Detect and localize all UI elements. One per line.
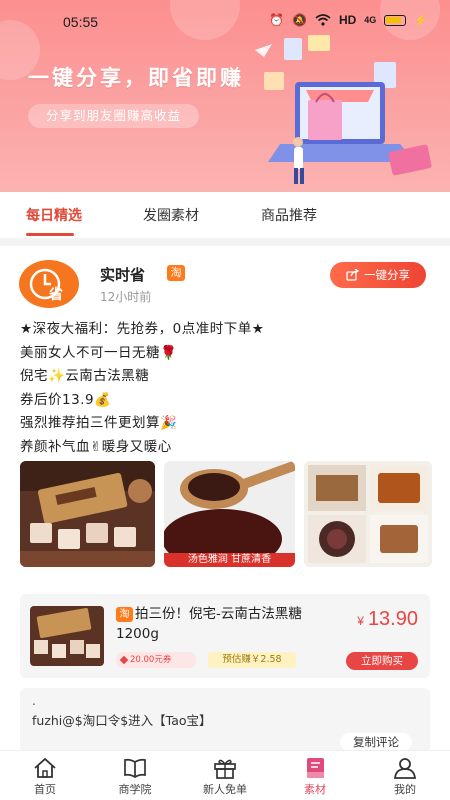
content-tabs: 每日精选 发圈素材 商品推荐 (0, 192, 450, 238)
post-image-2[interactable]: 汤色雅润 甘蔗清香 (164, 461, 295, 567)
alarm-icon: ⏰ (269, 13, 284, 27)
bottom-navigation: 首页 商学院 新人免单 素材 我的 (0, 750, 450, 800)
nav-item-new-user-free[interactable]: 新人免单 (190, 757, 260, 797)
nav-label: 素材 (304, 783, 326, 796)
network-label: HD (338, 13, 357, 27)
nav-label: 新人免单 (203, 783, 247, 796)
post-text: ★深夜大福利：先抢券，0点准时下单★ 美丽女人不可一日无糖🌹 倪宅✨云南古法黑糖… (20, 318, 440, 460)
comment-text: fuzhi@$淘口令$进入【Tao宝】 (32, 713, 212, 728)
share-icon (346, 269, 359, 281)
tab-share-material[interactable]: 发圈素材 (143, 205, 199, 225)
material-icon (307, 758, 324, 778)
signal-label: 4G (364, 15, 377, 25)
charging-icon: ⚡ (414, 14, 428, 27)
product-title[interactable]: 淘拍三份！倪宅-云南古法黑糖1200g (116, 604, 326, 644)
post-card: 省 实时省 淘 12小时前 一键分享 ★深夜大福利：先抢券，0点准时下单★ 美丽… (0, 246, 450, 752)
nav-label: 商学院 (118, 783, 152, 796)
buy-now-button[interactable]: 立即购买 (346, 652, 418, 670)
post-images: 汤色雅润 甘蔗清香 (20, 461, 432, 567)
product-card[interactable]: 淘拍三份！倪宅-云南古法黑糖1200g 20.00元券 预估赚￥2.58 ¥13… (20, 594, 430, 678)
mute-icon: 🔕 (291, 13, 307, 27)
post-line: 强烈推荐拍三件更划算🎉 (20, 415, 178, 432)
nav-item-academy[interactable]: 商学院 (100, 757, 170, 797)
book-icon (124, 758, 146, 778)
comment-box: . fuzhi@$淘口令$进入【Tao宝】 复制评论 (20, 688, 430, 752)
tab-product-recommend[interactable]: 商品推荐 (261, 205, 317, 225)
image-caption: 汤色雅润 甘蔗清香 (187, 554, 272, 565)
home-icon (34, 757, 56, 778)
share-banner[interactable]: 05:55 ⏰ 🔕 HD 4G ⚡ 一键分享，即省即赚 分享到朋友圈赚高收益 (0, 0, 450, 192)
wifi-icon (315, 14, 331, 26)
product-image[interactable] (30, 606, 104, 666)
share-button-label: 一键分享 (364, 268, 410, 282)
laptop-shopping-illustration (255, 35, 432, 184)
nav-label: 首页 (34, 783, 56, 796)
post-image-3[interactable] (304, 461, 432, 567)
nav-item-home[interactable]: 首页 (10, 757, 80, 797)
nav-item-material[interactable]: 素材 (280, 757, 350, 797)
person-icon (393, 758, 417, 779)
banner-subtitle: 分享到朋友圈赚高收益 (28, 104, 200, 128)
nav-label: 我的 (394, 783, 416, 796)
coupon-tag: 20.00元券 (116, 652, 196, 668)
post-line: 券后价13.9💰 (20, 391, 112, 408)
product-title-text: 拍三份！倪宅-云南古法黑糖1200g (116, 606, 302, 642)
nav-item-mine[interactable]: 我的 (370, 757, 440, 797)
estimated-earnings: 预估赚￥2.58 (208, 652, 296, 668)
battery-icon (384, 14, 407, 26)
banner-title: 一键分享，即省即赚 (28, 66, 244, 90)
one-click-share-button[interactable]: 一键分享 (330, 262, 426, 288)
active-tab-indicator (26, 233, 74, 236)
status-time: 05:55 (63, 14, 99, 30)
post-image-1[interactable] (20, 461, 155, 567)
post-line: 养颜补气血✌暖身又暖心 (20, 438, 172, 455)
author-name[interactable]: 实时省 (100, 264, 145, 285)
price-value: 13.90 (367, 608, 418, 630)
page: 05:55 ⏰ 🔕 HD 4G ⚡ 一键分享，即省即赚 分享到朋友圈赚高收益 每… (0, 0, 450, 800)
post-line: ★深夜大福利：先抢券，0点准时下单★ (20, 321, 265, 337)
comment-marker: . (32, 694, 36, 708)
copy-comment-button[interactable]: 复制评论 (340, 733, 412, 751)
avatar-text: 省 (49, 287, 63, 303)
status-icons: ⏰ 🔕 HD 4G ⚡ (269, 13, 428, 27)
post-time: 12小时前 (100, 290, 152, 304)
price-symbol: ¥ (357, 614, 364, 628)
gift-icon (214, 759, 236, 779)
product-price: ¥13.90 (357, 608, 418, 631)
post-line: 倪宅✨云南古法黑糖 (20, 368, 150, 385)
tab-daily-picks[interactable]: 每日精选 (26, 205, 82, 225)
taobao-badge: 淘 (116, 607, 133, 622)
taobao-badge: 淘 (167, 265, 185, 281)
post-line: 美丽女人不可一日无糖🌹 (20, 344, 178, 361)
